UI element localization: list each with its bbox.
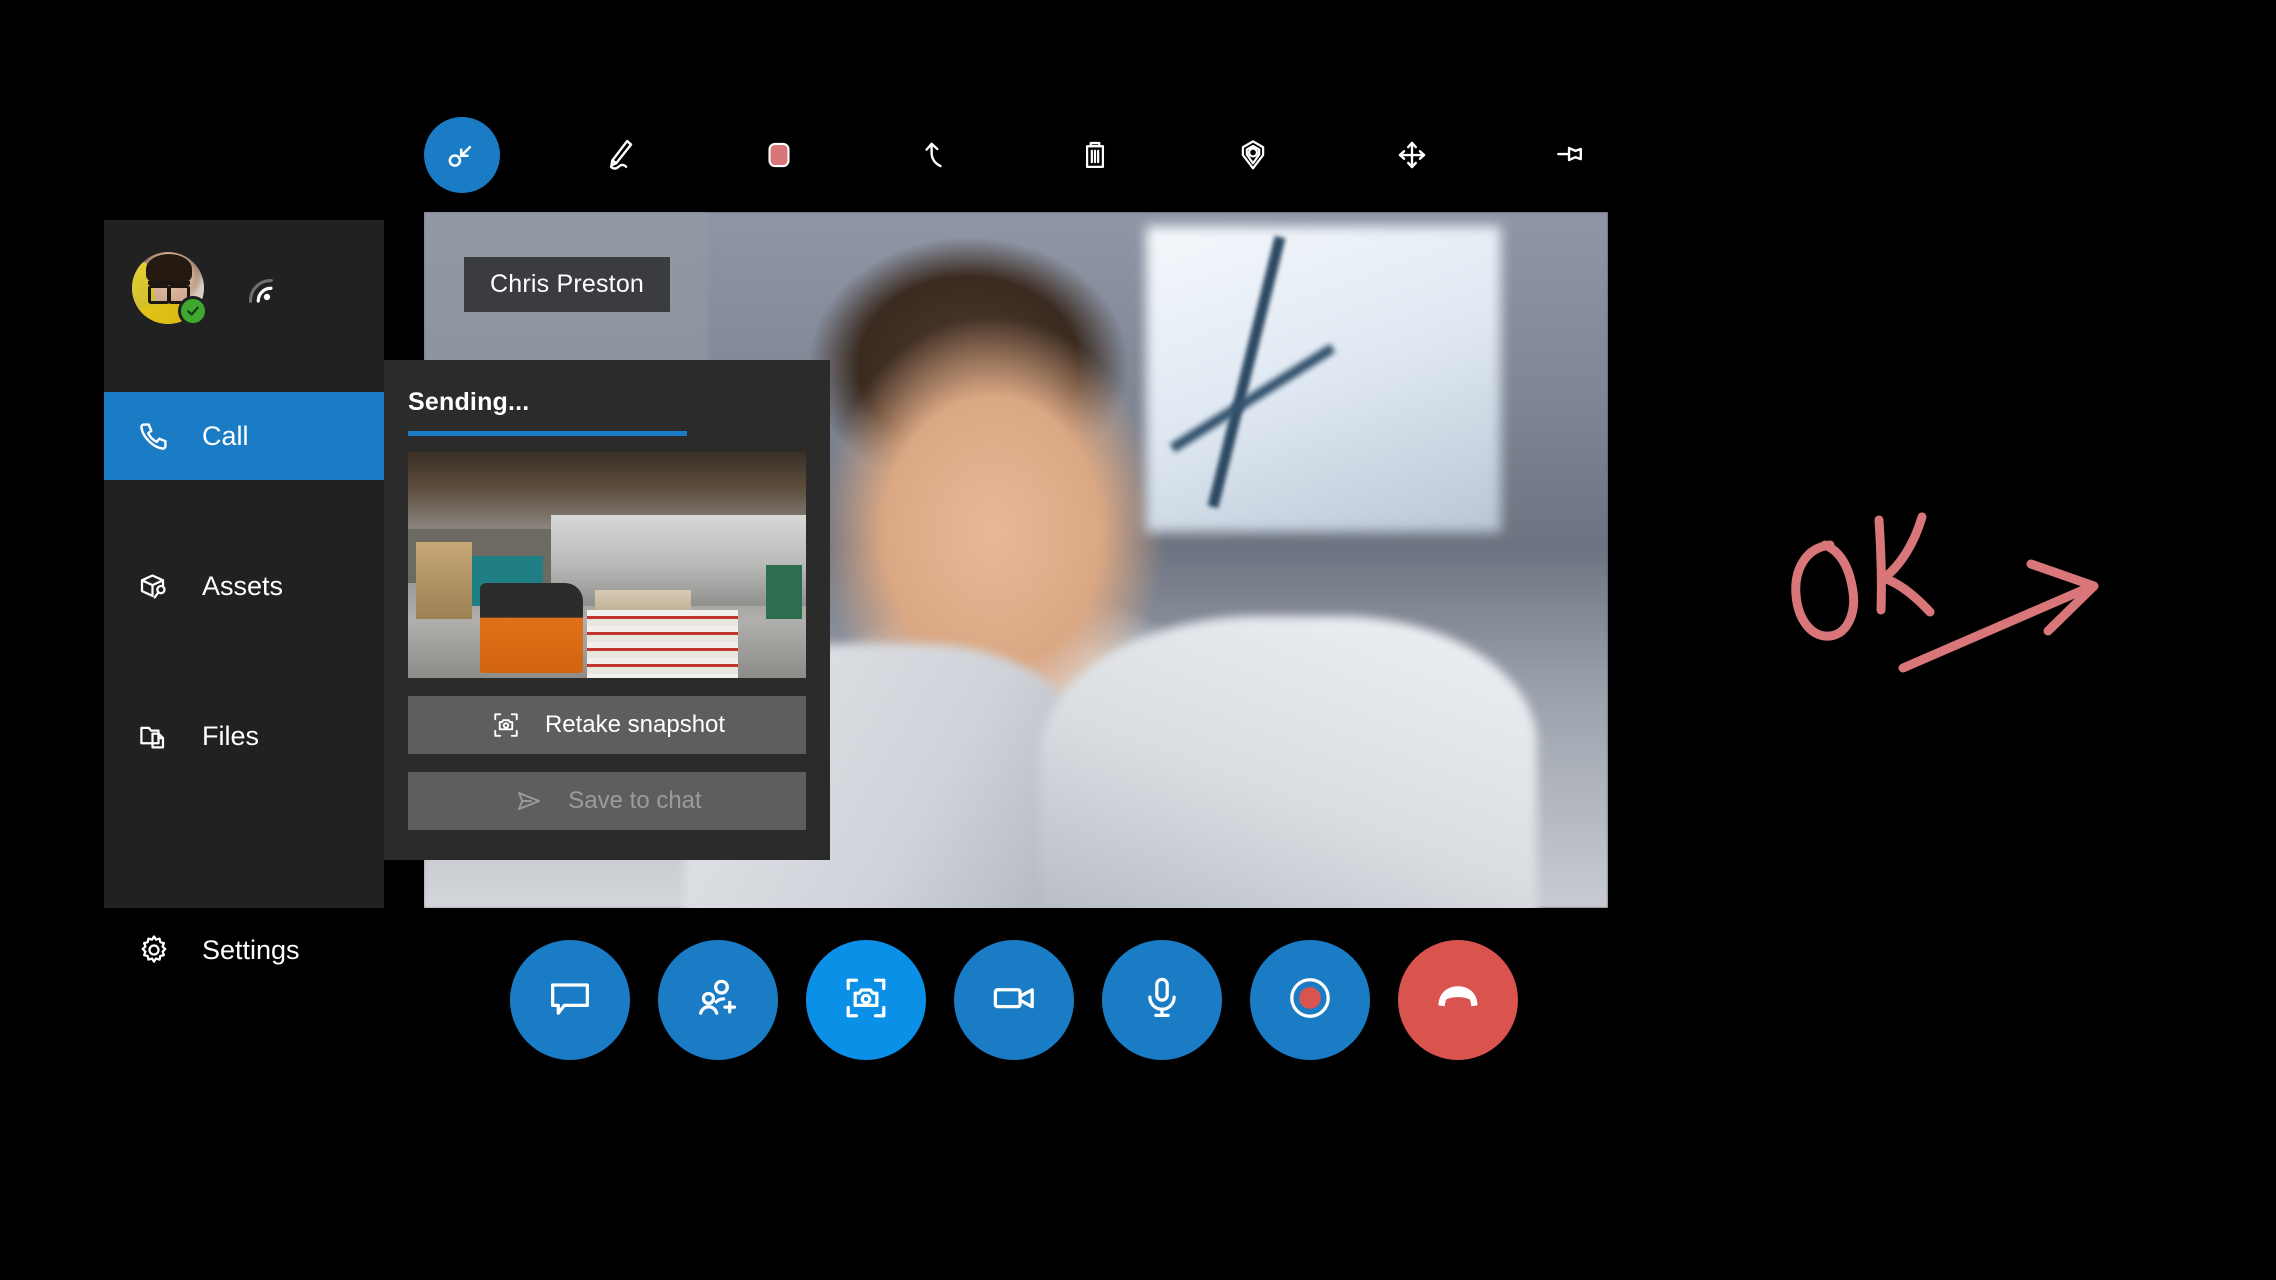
location-pin-icon: [1234, 136, 1272, 174]
check-badge-icon: [178, 296, 208, 326]
tool-ink[interactable]: [582, 117, 658, 193]
tool-pin[interactable]: [1532, 117, 1608, 193]
record-icon: [1284, 972, 1336, 1029]
tool-color[interactable]: [741, 117, 817, 193]
sidebar-item-assets[interactable]: Assets: [104, 542, 384, 630]
screen-root: Chris Preston Call Assets Files Settings…: [0, 0, 2276, 1280]
sidebar-nav: Call Assets Files Settings: [104, 392, 384, 994]
select-cursor-icon: [443, 136, 481, 174]
tool-place-arrow[interactable]: [1215, 117, 1291, 193]
record-button[interactable]: [1250, 940, 1370, 1060]
save-to-chat-button[interactable]: Save to chat: [408, 772, 806, 830]
sidebar-item-label: Call: [202, 420, 249, 451]
snapshot-panel: Sending... Retake snapshot Save to chat: [384, 360, 830, 860]
sidebar-item-files[interactable]: Files: [104, 692, 384, 780]
signal-strength-icon: [236, 268, 280, 308]
pin-icon: [1551, 136, 1589, 174]
add-people-button[interactable]: [658, 940, 778, 1060]
tool-select[interactable]: [424, 117, 500, 193]
box-wrench-icon: [134, 566, 174, 606]
tool-move[interactable]: [1374, 117, 1450, 193]
phone-icon: [134, 416, 174, 456]
microphone-button[interactable]: [1102, 940, 1222, 1060]
ink-text-ok: [1791, 512, 1935, 641]
video-subject-shoulder-right: [1039, 615, 1537, 908]
tool-delete[interactable]: [1057, 117, 1133, 193]
video-button[interactable]: [954, 940, 1074, 1060]
pen-icon: [601, 136, 639, 174]
ink-annotation: [1760, 500, 2120, 720]
camera-frame-icon: [489, 708, 523, 742]
end-call-button[interactable]: [1398, 940, 1518, 1060]
snapshot-button[interactable]: [806, 940, 926, 1060]
sidebar-item-label: Assets: [202, 570, 284, 601]
add-people-icon: [692, 972, 744, 1029]
microphone-icon: [1136, 972, 1188, 1029]
color-swatch-icon: [760, 136, 798, 174]
folder-file-icon: [134, 716, 174, 756]
tool-undo[interactable]: [899, 117, 975, 193]
retake-snapshot-button[interactable]: Retake snapshot: [408, 696, 806, 754]
left-sidebar: Call Assets Files Settings: [104, 220, 384, 965]
retake-snapshot-label: Retake snapshot: [544, 711, 726, 738]
video-camera-icon: [988, 972, 1040, 1029]
sidebar-item-label: Settings: [202, 934, 300, 965]
profile-row: [132, 252, 280, 326]
undo-icon: [918, 136, 956, 174]
snapshot-progress-bar: [408, 431, 806, 436]
call-controls-bar: [510, 940, 1520, 1060]
sidebar-item-settings[interactable]: Settings: [104, 906, 384, 994]
hang-up-icon: [1432, 972, 1484, 1029]
save-to-chat-label: Save to chat: [568, 787, 702, 814]
trash-icon: [1076, 136, 1114, 174]
snapshot-thumbnail[interactable]: [408, 452, 806, 678]
chat-bubble-icon: [544, 972, 596, 1029]
annotation-toolbar: [424, 110, 1608, 200]
sidebar-item-label: Files: [202, 720, 260, 751]
snapshot-status: Sending...: [408, 388, 530, 416]
sidebar-item-call[interactable]: Call: [104, 392, 384, 480]
avatar[interactable]: [132, 252, 208, 326]
video-window-light: [1146, 225, 1502, 533]
gear-icon: [134, 930, 174, 970]
chat-button[interactable]: [510, 940, 630, 1060]
move-arrows-icon: [1393, 136, 1431, 174]
send-icon: [512, 784, 546, 818]
participant-name-badge: Chris Preston: [464, 257, 671, 312]
snapshot-progress-fill: [408, 431, 687, 436]
camera-frame-icon: [840, 972, 892, 1029]
